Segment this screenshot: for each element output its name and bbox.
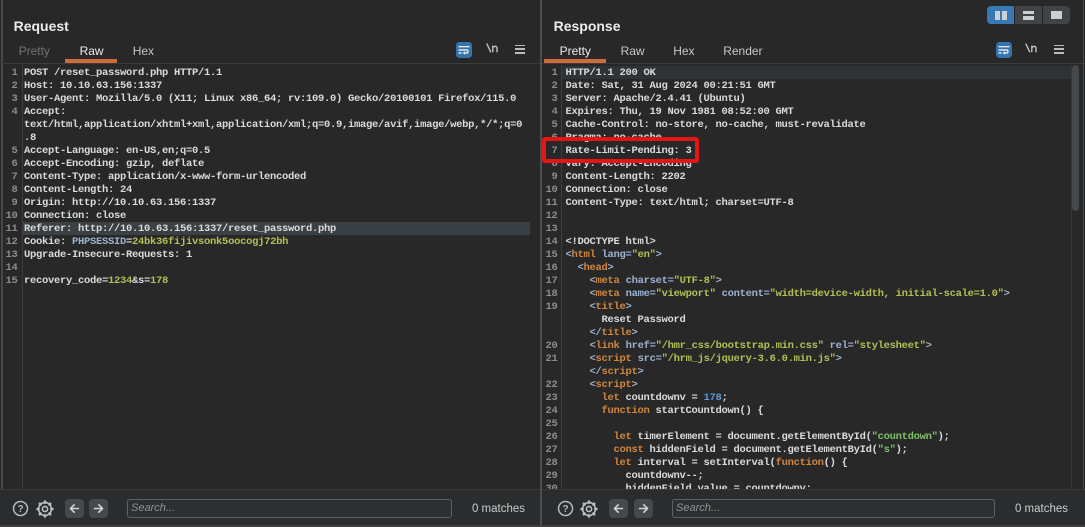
svg-text:?: ? (562, 504, 568, 515)
svg-text:?: ? (17, 504, 23, 515)
